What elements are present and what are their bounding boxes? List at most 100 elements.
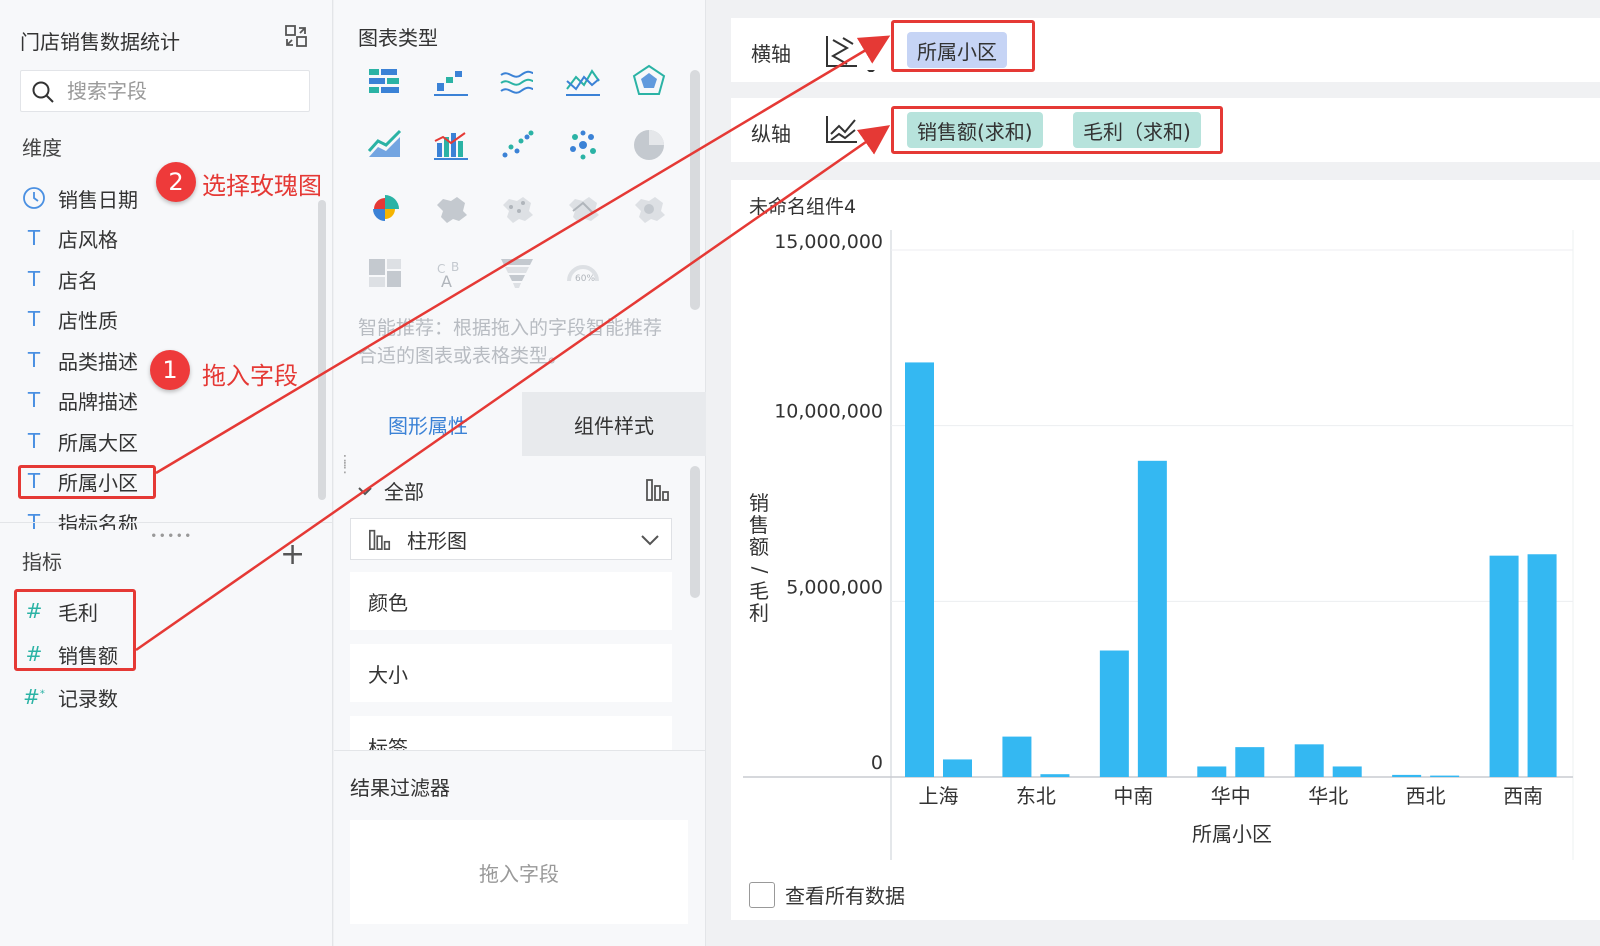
bar-中南-series-1 (1137, 460, 1167, 777)
x-tick-label: 华中 (1211, 784, 1251, 808)
bar-中南-series-0 (1099, 650, 1129, 777)
dimension-scrollbar[interactable] (318, 200, 326, 500)
field-label: 指标名称 (58, 511, 138, 531)
line-chart-icon[interactable] (560, 58, 606, 104)
radar-chart-icon[interactable] (626, 58, 672, 104)
field-label: 所属大区 (58, 430, 138, 455)
scatter-chart-icon[interactable] (494, 122, 540, 168)
property-scope-all[interactable]: 全部 (356, 476, 424, 505)
result-filter-dropzone[interactable]: 拖入字段 (350, 820, 688, 924)
x-tick-label: 西北 (1406, 784, 1446, 808)
field-label: 记录数 (58, 686, 118, 711)
gauge-chart-icon[interactable]: 60% (560, 250, 606, 296)
text-type-icon: T (27, 307, 41, 331)
y-axis-title-char: 销 (749, 491, 769, 515)
field-label: 销售日期 (58, 187, 138, 212)
property-scrollbar[interactable] (690, 466, 700, 598)
view-all-data[interactable]: 查看所有数据 (749, 880, 905, 909)
chart-config-panel: 图表类型 C B A 60% 智能推荐：根据拖入的字段智能推荐合适的图表或表格类… (334, 0, 706, 946)
flow-map-icon[interactable] (560, 186, 606, 232)
field-store-style[interactable]: T 店风格 (22, 220, 118, 256)
bar-chart: 15,000,000 10,000,000 5,000,000 0 销售额 / 毛利上海 东北… (743, 230, 1574, 860)
bar-chart-icon[interactable] (644, 476, 672, 506)
y-axis-title-char: 利 (749, 601, 769, 625)
x-axis-title: 所属小区 (1192, 822, 1272, 846)
property-label[interactable]: 标签 (350, 716, 672, 750)
text-type-icon: T (27, 510, 41, 530)
chevron-down-icon (641, 535, 659, 546)
highlight-subregion-field (18, 465, 156, 499)
pie-chart-icon[interactable] (626, 122, 672, 168)
chart-type-scrollbar[interactable] (690, 70, 700, 310)
result-filter-title: 结果过滤器 (350, 776, 450, 800)
divider (334, 750, 706, 751)
funnel-chart-icon[interactable] (494, 250, 540, 296)
x-tick-label: 西南 (1503, 784, 1543, 808)
property-size[interactable]: 大小 (350, 644, 672, 702)
bar-上海-series-0 (905, 362, 934, 777)
field-sales-date[interactable]: 销售日期 (22, 180, 138, 216)
combo-chart-icon[interactable] (428, 122, 474, 168)
field-category-desc[interactable]: T 品类描述 (22, 342, 138, 378)
field-label: 店风格 (58, 227, 118, 252)
heat-map-icon[interactable] (626, 186, 672, 232)
y-axis-title-char: / (748, 567, 772, 574)
drag-handle-icon[interactable]: ⋮ ⋮ (338, 454, 352, 475)
area-map-icon[interactable] (428, 186, 474, 232)
tab-graphic-properties[interactable]: 图形属性 (334, 392, 522, 456)
bubble-chart-icon[interactable] (560, 122, 606, 168)
x-axis-row: 横轴 所属小区 (731, 18, 1600, 82)
svg-text:60%: 60% (575, 274, 595, 284)
tab-component-style[interactable]: 组件样式 (522, 392, 706, 456)
highlight-x-axis-field (891, 20, 1035, 72)
dataset-title: 门店销售数据统计 (20, 30, 180, 54)
y-axis-label: 纵轴 (751, 122, 791, 146)
axis-type-dropdown[interactable] (823, 32, 883, 76)
measures-label: 指标 (22, 550, 62, 574)
field-label: 品类描述 (58, 349, 138, 374)
field-store-name[interactable]: T 店名 (22, 261, 98, 297)
point-map-icon[interactable] (494, 186, 540, 232)
search-input[interactable] (67, 77, 297, 105)
x-axis-label: 横轴 (751, 42, 791, 66)
treemap-chart-icon[interactable] (362, 250, 408, 296)
switch-dataset-icon[interactable] (284, 24, 308, 48)
bar-chart-icon (369, 529, 391, 550)
bar-华北-series-0 (1294, 744, 1324, 777)
y-axis-title-char: 售 (749, 513, 769, 537)
bar-华中-series-0 (1197, 766, 1227, 777)
component-title: 未命名组件4 (749, 196, 857, 218)
text-type-icon: T (27, 388, 41, 412)
view-all-checkbox[interactable] (749, 881, 775, 908)
field-label: 店性质 (58, 308, 118, 333)
bar-西南-series-1 (1527, 554, 1557, 777)
property-color[interactable]: 颜色 (350, 572, 672, 630)
step-text-1: 拖入字段 (202, 362, 298, 390)
field-indicator-name[interactable]: T 指标名称 (22, 504, 138, 530)
axis-type-icon[interactable] (823, 112, 863, 152)
resize-handle[interactable]: ∙∙∙∙∙ (150, 528, 193, 542)
waterfall-chart-icon[interactable] (428, 58, 474, 104)
y-axis-title-char: 额 (749, 535, 769, 559)
field-record-count[interactable]: #* 记录数 (22, 679, 118, 715)
grouped-table-chart-icon[interactable] (362, 58, 408, 104)
chart-component: 未命名组件4 15,000,000 10,000,000 5,000,000 0 销售额… (731, 180, 1600, 920)
calculated-number-icon: #* (23, 685, 45, 709)
field-brand-desc[interactable]: T 品牌描述 (22, 382, 138, 418)
chart-type-select[interactable]: 柱形图 (350, 518, 672, 560)
field-label: 品牌描述 (58, 389, 138, 414)
rose-chart-icon[interactable] (362, 186, 408, 232)
x-tick-label: 上海 (919, 784, 959, 808)
field-region[interactable]: T 所属大区 (22, 423, 138, 459)
highlight-y-axis-fields (891, 106, 1223, 154)
chart-type-select-value: 柱形图 (407, 528, 467, 553)
step-badge-1: 1 (150, 350, 190, 390)
area-stack-chart-icon[interactable] (494, 58, 540, 104)
divider (0, 522, 333, 523)
add-measure-button[interactable]: + (280, 540, 305, 570)
x-tick-label: 华北 (1308, 784, 1348, 808)
word-cloud-icon[interactable]: CBA (428, 250, 474, 296)
bar-上海-series-1 (943, 759, 972, 777)
field-store-nature[interactable]: T 店性质 (22, 301, 118, 337)
area-chart-icon[interactable] (362, 122, 408, 168)
